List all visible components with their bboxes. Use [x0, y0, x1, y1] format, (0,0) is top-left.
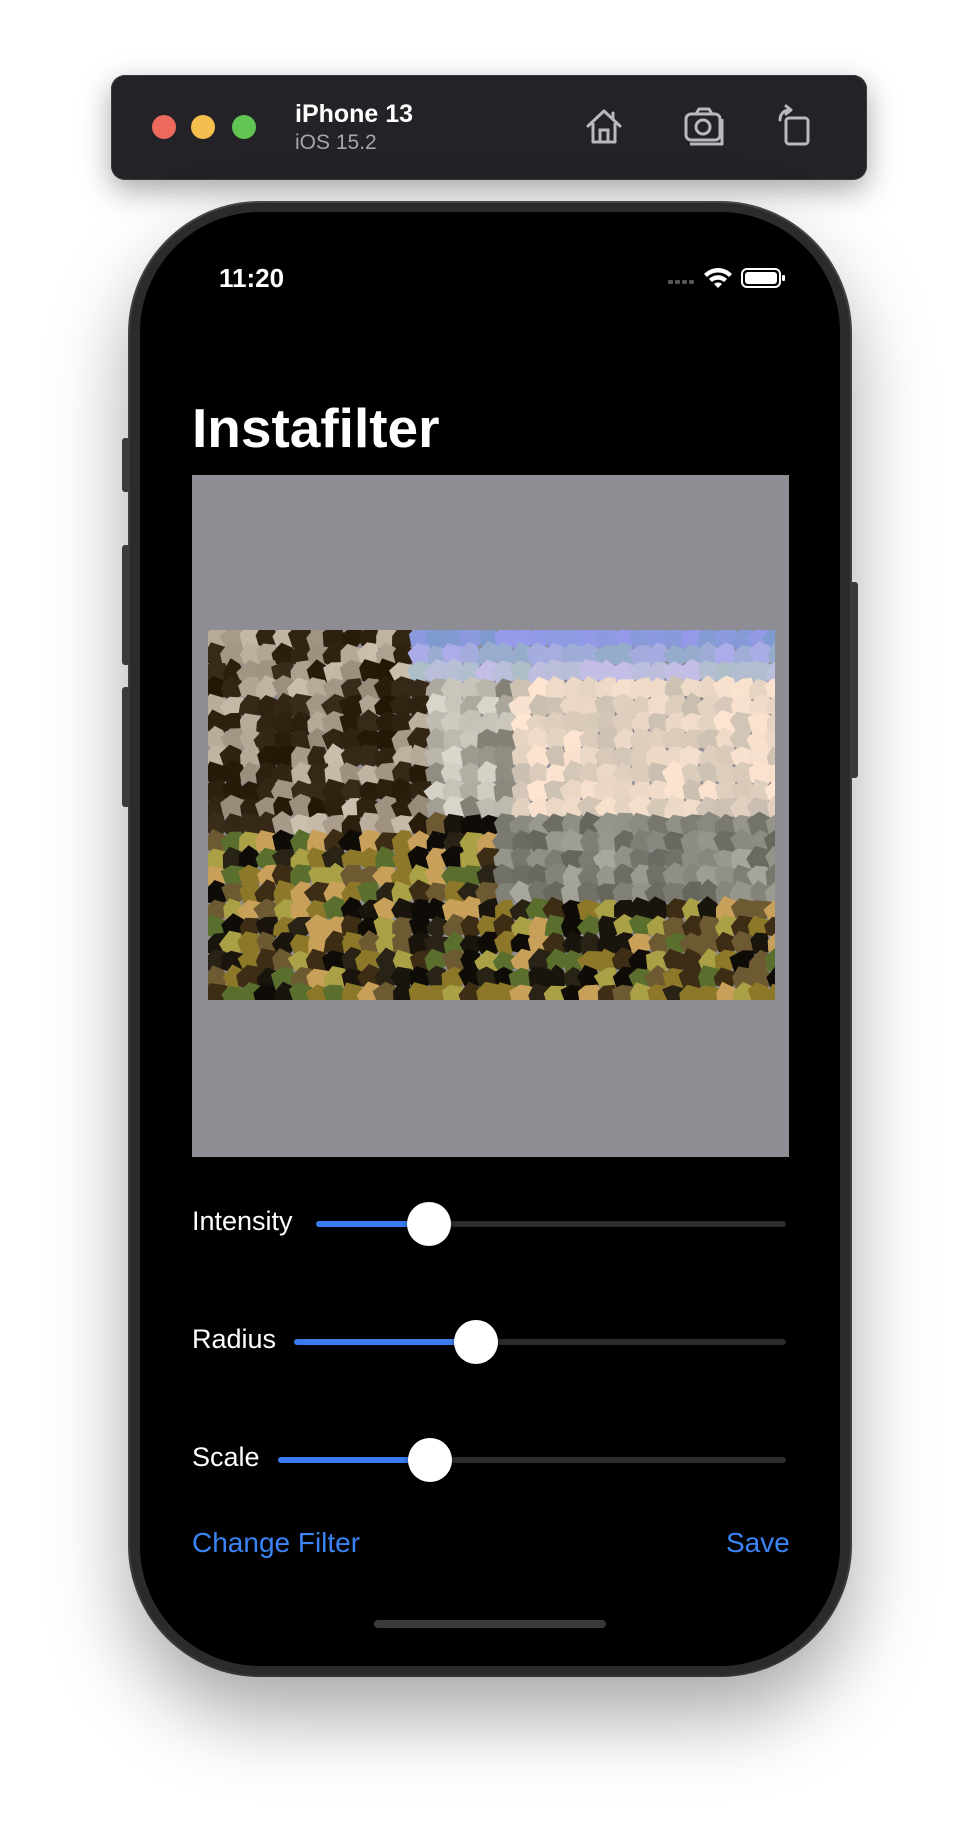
- save-button[interactable]: Save: [726, 1527, 790, 1559]
- rotate-icon[interactable]: [772, 104, 816, 148]
- minimize-window-button[interactable]: [191, 115, 215, 139]
- filtered-photo: [208, 630, 775, 1000]
- change-filter-button[interactable]: Change Filter: [192, 1527, 360, 1559]
- scale-slider[interactable]: [278, 1438, 786, 1482]
- status-time: 11:20: [219, 263, 285, 293]
- side-power-button[interactable]: [850, 582, 858, 778]
- device-name: iPhone 13: [295, 100, 414, 128]
- simulator-toolbar: [111, 75, 867, 180]
- wifi-icon: [704, 268, 732, 288]
- page-title: Instafilter: [192, 397, 440, 459]
- screenshot-camera-icon[interactable]: [682, 104, 726, 148]
- close-window-button[interactable]: [152, 115, 176, 139]
- image-preview[interactable]: [192, 475, 789, 1157]
- radius-label: Radius: [192, 1324, 277, 1354]
- volume-up-button[interactable]: [122, 545, 130, 665]
- battery-icon: [741, 268, 785, 288]
- cellular-icon: [668, 280, 694, 284]
- intensity-slider-thumb[interactable]: [406, 1202, 451, 1246]
- radius-slider-thumb[interactable]: [454, 1320, 499, 1364]
- intensity-slider[interactable]: [316, 1202, 786, 1246]
- mute-switch: [122, 438, 130, 492]
- device-os-version: iOS 15.2: [295, 131, 377, 154]
- radius-slider-fill: [294, 1339, 477, 1345]
- zoom-window-button[interactable]: [232, 115, 256, 139]
- status-icons: [668, 265, 788, 291]
- home-indicator[interactable]: [374, 1620, 606, 1628]
- volume-down-button[interactable]: [122, 687, 130, 807]
- simulator-window: iPhone 13 iOS 15.2 11:20 Instafilter Int…: [0, 0, 978, 1826]
- scale-label: Scale: [192, 1442, 260, 1472]
- radius-slider[interactable]: [294, 1320, 786, 1364]
- intensity-label: Intensity: [192, 1206, 293, 1236]
- home-icon[interactable]: [582, 104, 626, 148]
